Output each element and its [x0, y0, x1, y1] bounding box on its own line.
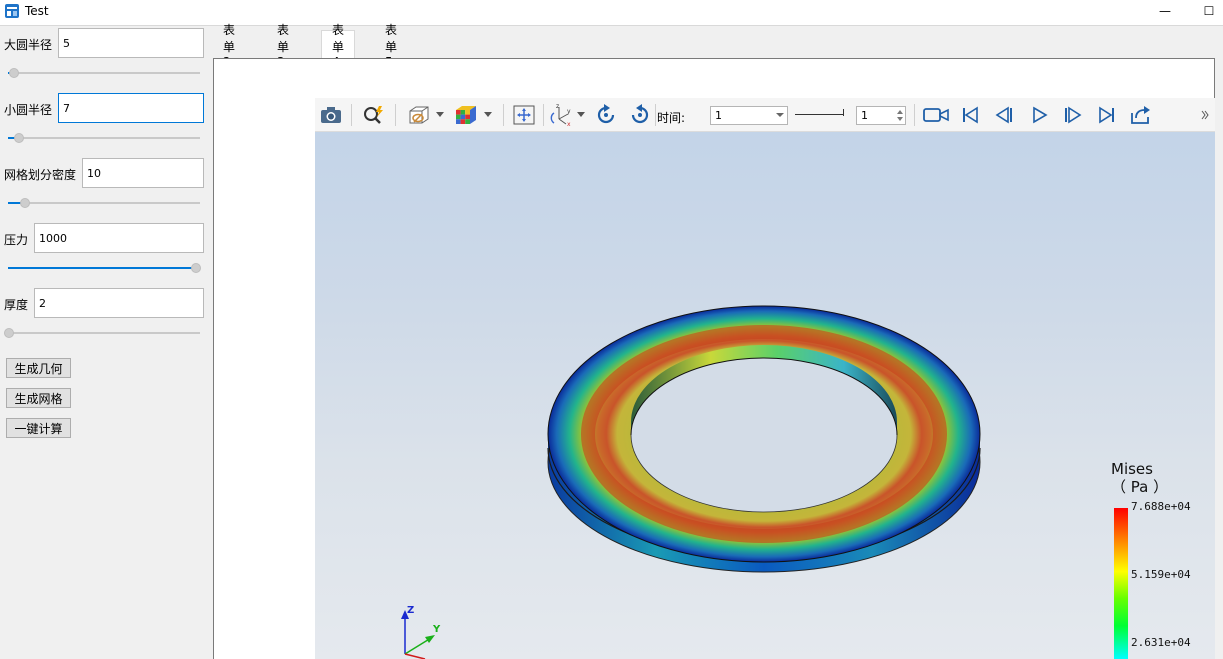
mesh-density-input[interactable]: 10: [82, 158, 204, 188]
big-radius-label: 大圆半径: [4, 38, 53, 52]
display-style-dropdown-icon[interactable]: [435, 103, 445, 127]
toolbar-overflow-icon[interactable]: [1199, 103, 1211, 127]
rotate-cw-icon[interactable]: [593, 103, 619, 127]
fit-view-icon[interactable]: [511, 103, 537, 127]
title-bar: Test — ☐: [0, 0, 1223, 26]
legend-title: Mises: [1111, 460, 1153, 478]
last-frame-icon[interactable]: [1095, 103, 1119, 127]
legend-low-label: 2.631e+04: [1131, 636, 1191, 649]
pressure-label: 压力: [4, 233, 29, 247]
tab-form2[interactable]: 表单2: [213, 23, 245, 69]
spinbox-arrows-icon[interactable]: [897, 109, 903, 122]
export-icon[interactable]: [1129, 103, 1153, 127]
thickness-label: 厚度: [4, 298, 29, 312]
parameter-panel: 大圆半径 5 小圆半径 7 网格划分密度 10 压力 1000 厚度 2 生成几…: [0, 26, 212, 659]
viewer-toolbar: z yx 时间: 1 1: [315, 98, 1215, 132]
frame-spinbox-value: 1: [861, 109, 868, 122]
color-map-cube-icon[interactable]: [453, 103, 479, 127]
small-radius-slider[interactable]: [8, 132, 200, 144]
tab-form3[interactable]: 表单3: [267, 23, 299, 69]
svg-text:x: x: [567, 121, 571, 127]
thickness-input[interactable]: 2: [34, 288, 204, 318]
frame-slider[interactable]: [795, 108, 851, 122]
previous-frame-icon[interactable]: [993, 103, 1017, 127]
big-radius-slider[interactable]: [8, 67, 200, 79]
one-click-compute-button[interactable]: 一键计算: [6, 418, 71, 438]
mesh-density-label: 网格划分密度: [4, 168, 77, 182]
legend-max-label: 7.688e+04: [1131, 500, 1191, 513]
app-icon: [5, 4, 19, 18]
svg-text:z: z: [556, 103, 559, 110]
minimize-button[interactable]: —: [1142, 0, 1188, 22]
time-select[interactable]: 1: [710, 106, 788, 125]
frame-spinbox[interactable]: 1: [856, 106, 906, 125]
time-label: 时间:: [657, 111, 686, 125]
next-frame-icon[interactable]: [1061, 103, 1085, 127]
maximize-button[interactable]: ☐: [1186, 0, 1223, 22]
probe-pick-icon[interactable]: [361, 103, 387, 127]
screenshot-camera-icon[interactable]: [319, 103, 343, 127]
display-style-icon[interactable]: [405, 103, 435, 127]
pressure-input[interactable]: 1000: [34, 223, 204, 253]
small-radius-input[interactable]: 7: [58, 93, 204, 123]
rotate-ccw-icon[interactable]: [627, 103, 653, 127]
axis-y-label: Y: [432, 624, 441, 635]
small-radius-label: 小圆半径: [4, 103, 53, 117]
ring-hole: [631, 358, 897, 512]
axis-z-label: Z: [407, 605, 414, 616]
generate-geometry-button[interactable]: 生成几何: [6, 358, 71, 378]
mesh-density-slider[interactable]: [8, 197, 200, 209]
thickness-slider[interactable]: [4, 327, 200, 339]
axis-orientation-dropdown-icon[interactable]: [576, 103, 586, 127]
time-select-arrow-icon: [776, 113, 784, 117]
record-video-icon[interactable]: [923, 103, 949, 127]
axis-triad: Z Y: [401, 605, 441, 659]
legend-color-bar: [1114, 508, 1128, 659]
legend-mid-label: 5.159e+04: [1131, 568, 1191, 581]
time-select-value: 1: [715, 109, 722, 122]
window-title: Test: [25, 4, 49, 18]
tab-form4[interactable]: 表单4: [321, 23, 356, 69]
play-icon[interactable]: [1028, 103, 1052, 127]
stress-contour-scene: Z Y Mises （ Pa ） 7.688e+04 5.159e+04 2.6…: [401, 305, 1191, 659]
color-map-dropdown-icon[interactable]: [483, 103, 493, 127]
first-frame-icon[interactable]: [958, 103, 982, 127]
big-radius-input[interactable]: 5: [58, 28, 204, 58]
color-legend: Mises （ Pa ） 7.688e+04 5.159e+04 2.631e+…: [1111, 460, 1191, 659]
pressure-slider[interactable]: [8, 262, 201, 274]
axis-orientation-icon[interactable]: z yx: [549, 103, 575, 127]
tab-form5[interactable]: 表单5: [375, 23, 407, 69]
svg-text:y: y: [567, 108, 571, 115]
generate-mesh-button[interactable]: 生成网格: [6, 388, 71, 408]
legend-unit: （ Pa ）: [1111, 478, 1168, 496]
